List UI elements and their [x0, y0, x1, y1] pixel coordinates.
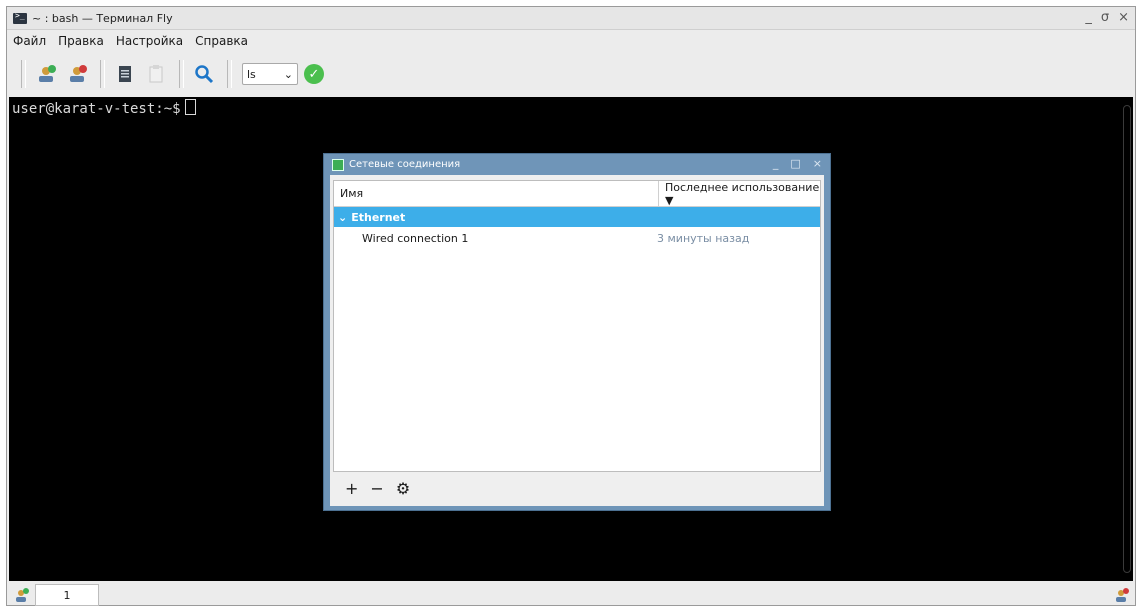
toolbar-separator [100, 60, 105, 88]
close-tab-icon [70, 65, 87, 82]
dialog-close-button[interactable]: × [813, 157, 822, 170]
add-connection-button[interactable]: + [345, 479, 358, 498]
dialog-title-bar: Сетевые соединения _ □ × [324, 154, 830, 175]
dialog-title: Сетевые соединения [349, 159, 461, 170]
menu-settings[interactable]: Настройка [116, 34, 183, 48]
dialog-controls: _ □ × [773, 157, 822, 170]
menu-file[interactable]: Файл [13, 34, 46, 48]
toolbar-separator [21, 60, 26, 88]
toolbar-separator [227, 60, 232, 88]
copy-button[interactable] [111, 60, 139, 88]
terminal-area[interactable]: user@karat-v-test:~$ Сетевые соединения … [9, 97, 1133, 581]
checkmark-icon: ✓ [308, 66, 320, 82]
title-bar: ~ : bash — Терминал Fly _ σ × [7, 7, 1135, 30]
list-item[interactable]: Wired connection 1 3 минуты назад [334, 227, 820, 249]
column-header-last-used[interactable]: Последнее использование ▼ [659, 181, 820, 207]
chevron-down-icon: ⌄ [338, 210, 348, 224]
new-tab-icon [16, 588, 29, 602]
connection-last-used: 3 минуты назад [657, 231, 750, 245]
close-button[interactable]: × [1118, 10, 1129, 25]
paste-icon [149, 65, 163, 83]
connections-list: Имя Последнее использование ▼ ⌄ Ethernet… [333, 180, 821, 472]
tab-bar: 1 [7, 583, 1135, 607]
terminal-prompt: user@karat-v-test:~$ [12, 99, 196, 117]
close-tab-button[interactable] [63, 60, 91, 88]
connection-name: Wired connection 1 [362, 231, 469, 245]
dialog-minimize-button[interactable]: _ [773, 157, 779, 170]
new-tab-button[interactable] [11, 585, 31, 605]
dialog-body: Имя Последнее использование ▼ ⌄ Ethernet… [330, 175, 824, 506]
command-combo-value: ls [247, 67, 256, 81]
toolbar: ls ⌄ ✓ [7, 54, 1135, 94]
toolbar-separator [179, 60, 184, 88]
window-title: ~ : bash — Терминал Fly [32, 11, 173, 25]
close-tab-button[interactable] [1111, 585, 1131, 605]
remove-connection-button[interactable]: − [370, 479, 383, 498]
menu-help[interactable]: Справка [195, 34, 248, 48]
terminal-scrollbar[interactable] [1123, 105, 1131, 573]
minimize-button[interactable]: _ [1085, 10, 1092, 25]
close-tab-icon [1116, 588, 1129, 602]
network-connections-dialog: Сетевые соединения _ □ × Имя Последнее и… [323, 153, 831, 511]
prompt-text: user@karat-v-test:~$ [12, 101, 181, 117]
window-controls: _ σ × [1085, 10, 1129, 25]
search-button[interactable] [190, 60, 218, 88]
terminal-window: ~ : bash — Терминал Fly _ σ × Файл Правк… [6, 6, 1136, 606]
text-cursor [184, 99, 196, 115]
terminal-app-icon [13, 11, 27, 24]
menu-bar: Файл Правка Настройка Справка [7, 30, 1135, 52]
network-icon [332, 158, 344, 171]
dialog-maximize-button[interactable]: □ [790, 157, 800, 170]
chevron-down-icon: ⌄ [283, 67, 293, 81]
new-tab-button[interactable] [32, 60, 60, 88]
new-tab-icon [39, 65, 56, 82]
search-icon [195, 65, 214, 84]
gear-icon[interactable]: ⚙ [396, 479, 410, 498]
paste-button[interactable] [142, 60, 170, 88]
command-combo[interactable]: ls ⌄ [242, 63, 298, 85]
dialog-footer: + − ⚙ [333, 475, 821, 501]
menu-edit[interactable]: Правка [58, 34, 104, 48]
group-label: Ethernet [351, 210, 406, 224]
maximize-button[interactable]: σ [1101, 10, 1109, 25]
terminal-tab[interactable]: 1 [35, 584, 99, 606]
group-row-ethernet[interactable]: ⌄ Ethernet [334, 207, 820, 227]
column-header-name[interactable]: Имя [334, 181, 659, 206]
list-header: Имя Последнее использование ▼ [334, 181, 820, 207]
copy-icon [119, 66, 131, 82]
execute-button[interactable]: ✓ [304, 64, 324, 84]
